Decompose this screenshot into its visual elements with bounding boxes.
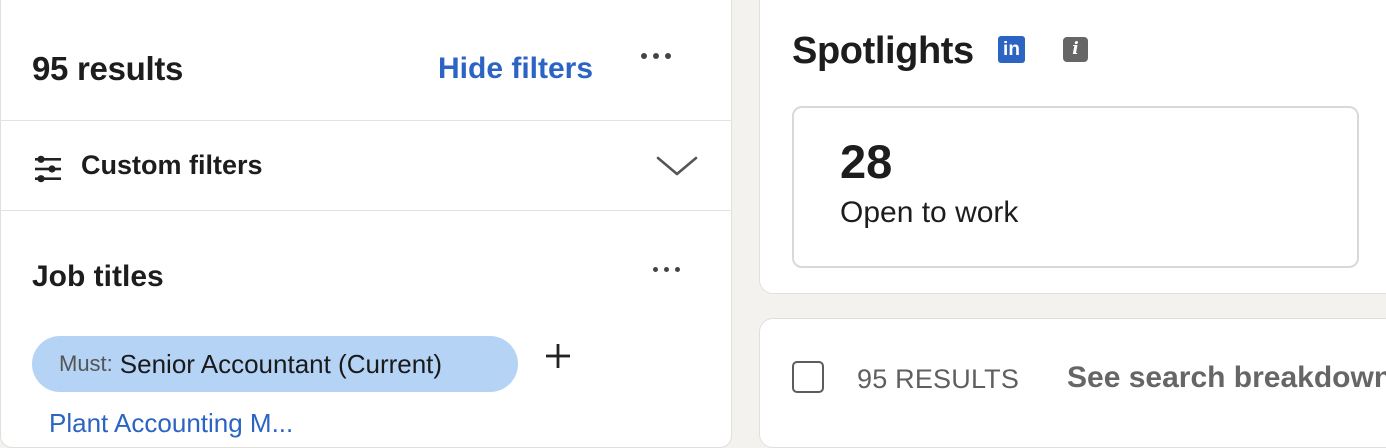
chevron-down-icon — [656, 156, 698, 183]
add-job-title-button[interactable] — [545, 343, 571, 374]
spotlight-label: Open to work — [840, 196, 1019, 229]
filters-more-options-button[interactable] — [641, 53, 671, 59]
see-search-breakdown-link[interactable]: See search breakdown — [1067, 361, 1386, 395]
spotlight-card-open-to-work[interactable]: 28 Open to work — [792, 106, 1359, 268]
chip-value: Senior Accountant (Current) — [119, 348, 443, 379]
info-icon[interactable]: i — [1063, 37, 1088, 62]
divider — [0, 120, 732, 121]
job-title-chip[interactable]: Must: Senior Accountant (Current) — [32, 336, 518, 392]
dot-icon — [665, 53, 671, 59]
plus-icon — [546, 344, 570, 368]
results-count: 95 results — [32, 50, 184, 87]
dot-icon — [675, 267, 680, 272]
spotlights-title: Spotlights — [792, 30, 974, 72]
dot-icon — [664, 267, 669, 272]
select-all-checkbox[interactable] — [792, 361, 824, 393]
linkedin-icon: in — [998, 36, 1025, 63]
dot-icon — [653, 267, 658, 272]
divider — [0, 210, 732, 211]
dot-icon — [653, 53, 659, 59]
custom-filters-toggle[interactable]: Custom filters — [0, 134, 730, 222]
hide-filters-button[interactable]: Hide filters — [438, 52, 593, 86]
job-titles-heading: Job titles — [32, 260, 164, 293]
job-titles-more-options-button[interactable] — [653, 267, 680, 272]
dot-icon — [641, 53, 647, 59]
custom-filters-label: Custom filters — [81, 150, 263, 180]
spotlight-count: 28 — [840, 135, 893, 188]
chip-prefix: Must: — [59, 351, 113, 376]
results-count-caps: 95 RESULTS — [857, 364, 1020, 394]
job-title-suggestion[interactable]: Plant Accounting M... — [49, 408, 293, 439]
sliders-icon — [33, 154, 63, 189]
